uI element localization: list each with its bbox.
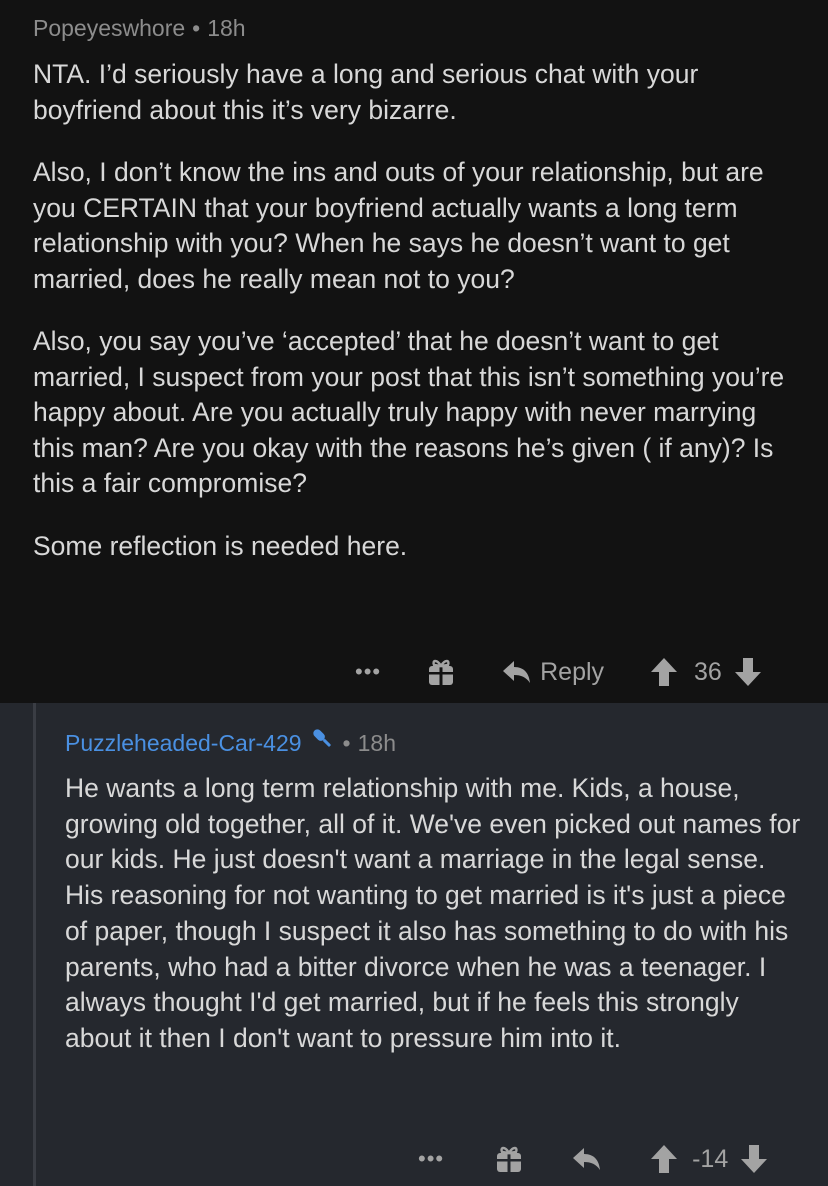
comment-author[interactable]: Popeyeswhore [33, 15, 185, 41]
comment-author[interactable]: Puzzleheaded-Car-429 [65, 728, 302, 758]
meta-separator: • [342, 729, 351, 756]
comment-paragraph: NTA. I’d seriously have a long and serio… [33, 59, 699, 125]
reply-button[interactable]: Reply [502, 658, 604, 687]
reply-comment: Puzzleheaded-Car-429 • 18h He wants a lo… [0, 703, 828, 1186]
comment-time: 18h [207, 15, 246, 41]
more-options-button[interactable]: ••• [418, 1148, 444, 1170]
more-options-button[interactable]: ••• [355, 661, 381, 683]
comment-body: He wants a long term relationship with m… [65, 771, 805, 1057]
microphone-icon [310, 726, 336, 759]
upvote-arrow-icon[interactable] [650, 657, 678, 687]
comment-actions: ••• Reply 36 [355, 652, 762, 692]
parent-comment: Popeyeswhore • 18h NTA. I’d seriously have… [0, 0, 828, 703]
upvote-arrow-icon[interactable] [650, 1144, 678, 1174]
reply-arrow-icon[interactable] [572, 1146, 602, 1172]
comment-meta: Puzzleheaded-Car-429 • 18h [65, 726, 396, 759]
comment-time: 18h [357, 729, 396, 756]
reply-comment-actions: ••• -14 [418, 1139, 768, 1179]
comment-paragraph: He wants a long term relationship with m… [65, 773, 801, 1053]
comment-paragraph: Some reflection is needed here. [33, 530, 408, 561]
thread-line[interactable] [33, 703, 36, 1186]
comment-body: NTA. I’d seriously have a long and serio… [33, 57, 803, 564]
vote-score: 36 [694, 657, 722, 686]
comment-paragraph: Also, you say you’ve ‘accepted’ that he … [33, 326, 785, 498]
reply-arrow-icon [502, 659, 532, 685]
comment-paragraph: Also, I don’t know the ins and outs of y… [33, 157, 764, 294]
reply-label: Reply [540, 657, 605, 686]
downvote-arrow-icon[interactable] [734, 657, 762, 687]
vote-score: -14 [692, 1144, 729, 1173]
gift-icon[interactable] [494, 1144, 524, 1174]
downvote-arrow-icon[interactable] [740, 1144, 768, 1174]
gift-icon[interactable] [426, 657, 456, 687]
comment-thread: Popeyeswhore • 18h NTA. I’d seriously have… [0, 0, 828, 1186]
meta-separator: • [192, 15, 201, 41]
comment-meta: Popeyeswhore • 18h [33, 13, 246, 43]
